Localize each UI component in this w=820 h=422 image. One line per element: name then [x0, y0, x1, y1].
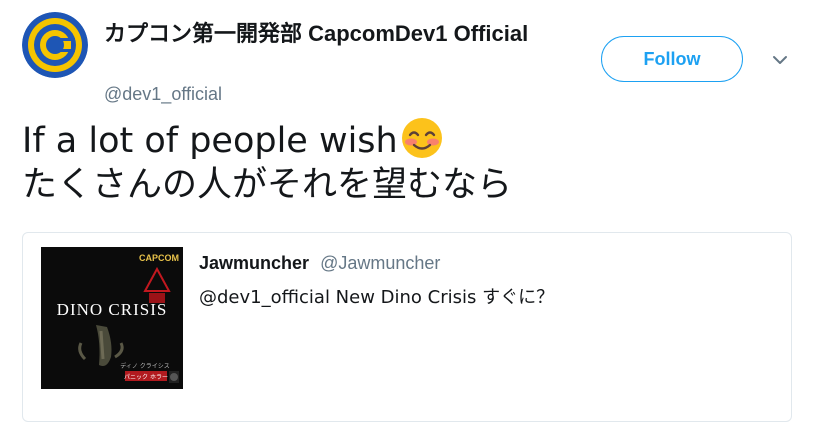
smiling-face-with-blush-emoji-icon	[401, 118, 442, 158]
tweet-line-english: If a lot of people wish	[22, 116, 512, 163]
quoted-tweet-thumbnail[interactable]: CAPCOM DINO CRISIS ディノ クライシス パニック ホラー	[41, 247, 183, 389]
tweet-text: If a lot of people wish たくさんの人がそれを望むなら	[22, 116, 512, 207]
quoted-author-handle[interactable]: @Jawmuncher	[320, 253, 440, 273]
avatar[interactable]	[22, 12, 88, 78]
quoted-tweet-author[interactable]: Jawmuncher @Jawmuncher	[199, 253, 440, 274]
user-handle[interactable]: @dev1_official	[104, 84, 222, 105]
follow-button[interactable]: Follow	[601, 36, 743, 82]
quoted-author-name[interactable]: Jawmuncher	[199, 253, 309, 273]
cover-subtitle: ディノ クライシス	[120, 362, 170, 370]
chevron-down-icon[interactable]	[770, 50, 790, 70]
tweet-line-english-text: If a lot of people wish	[22, 121, 398, 161]
display-name[interactable]: カプコン第一開発部 CapcomDev1 Official	[104, 16, 528, 48]
tweet-line-japanese: たくさんの人がそれを望むなら	[22, 165, 513, 205]
dino-crisis-cover-image: CAPCOM DINO CRISIS ディノ クライシス パニック ホラー	[41, 247, 183, 389]
cover-title: DINO CRISIS	[57, 300, 168, 319]
capcom-c-logo-icon	[22, 12, 88, 78]
cover-tag: パニック ホラー	[124, 374, 168, 381]
quoted-tweet-card[interactable]: CAPCOM DINO CRISIS ディノ クライシス パニック ホラー Ja…	[22, 232, 792, 422]
quoted-tweet-text: @dev1_official New Dino Crisis すぐに？	[199, 287, 555, 308]
cover-publisher: CAPCOM	[139, 253, 179, 263]
